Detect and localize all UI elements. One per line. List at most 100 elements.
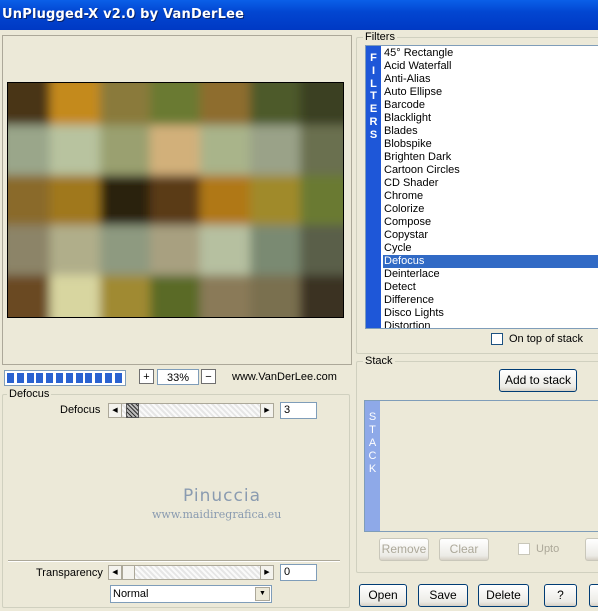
preview-tile — [100, 83, 152, 127]
stack-extra-button[interactable] — [585, 538, 598, 561]
vertical-letter: L — [370, 77, 377, 90]
save-label: Save — [429, 588, 457, 602]
save-button[interactable]: Save — [418, 584, 468, 607]
preview-tile — [200, 275, 252, 317]
preview-tile — [250, 275, 302, 317]
progress-segment — [7, 373, 14, 383]
vertical-letter: S — [369, 128, 378, 141]
preview-tile — [8, 83, 52, 127]
filter-list-item[interactable]: Compose — [383, 216, 598, 229]
slider-left-arrow-icon[interactable]: ◀ — [108, 403, 122, 418]
filter-list-item[interactable]: Detect — [383, 281, 598, 294]
transparency-slider-track[interactable] — [122, 565, 260, 580]
preview-tile — [150, 225, 202, 277]
zoom-in-button[interactable]: + — [139, 369, 154, 384]
vertical-letter: E — [369, 103, 378, 116]
preview-image-graphic — [8, 83, 343, 317]
filter-list-item[interactable]: Brighten Dark — [383, 151, 598, 164]
preview-image[interactable] — [7, 82, 344, 318]
open-button[interactable]: Open — [359, 584, 407, 607]
slider-right-arrow-icon[interactable]: ▶ — [260, 565, 274, 580]
progress-segment — [56, 373, 63, 383]
remove-label: Remove — [381, 542, 427, 556]
transparency-slider-thumb[interactable] — [122, 565, 135, 580]
preview-tile — [150, 125, 202, 177]
progress-segment — [95, 373, 103, 383]
stack-group-title: Stack — [363, 355, 395, 367]
defocus-slider-track[interactable] — [122, 403, 260, 418]
upto-checkbox[interactable] — [518, 543, 530, 555]
open-label: Open — [368, 588, 398, 602]
filter-list-item[interactable]: Cycle — [383, 242, 598, 255]
filter-list-item[interactable]: Disco Lights — [383, 307, 598, 320]
preview-tile — [50, 275, 102, 317]
filter-list-item[interactable]: Difference — [383, 294, 598, 307]
preview-tile — [8, 225, 52, 277]
extra-bottom-button[interactable] — [589, 584, 598, 607]
add-to-stack-label: Add to stack — [504, 373, 572, 387]
vertical-letter: T — [369, 424, 376, 436]
vertical-letter: C — [368, 450, 377, 462]
defocus-group-title: Defocus — [7, 388, 52, 400]
preview-tile — [150, 275, 202, 317]
zoom-field[interactable]: 33% — [157, 369, 199, 385]
vertical-letter: R — [369, 115, 378, 128]
preview-tile — [200, 225, 252, 277]
filter-list-item[interactable]: Distortion — [383, 320, 598, 328]
filter-list-item[interactable]: Barcode — [383, 99, 598, 112]
filter-list-item[interactable]: CD Shader — [383, 177, 598, 190]
preview-tile — [250, 125, 302, 177]
on-top-of-stack-checkbox[interactable] — [491, 333, 503, 345]
filter-list-item[interactable]: 45° Rectangle — [383, 47, 598, 60]
title-bar[interactable]: UnPlugged-X v2.0 by VanDerLee — [0, 0, 598, 30]
filter-list-item[interactable]: Auto Ellipse — [383, 86, 598, 99]
filter-list-item[interactable]: Colorize — [383, 203, 598, 216]
filter-list-item[interactable]: Anti-Alias — [383, 73, 598, 86]
preview-tile — [150, 175, 202, 227]
zoom-out-button[interactable]: − — [201, 369, 216, 384]
defocus-slider[interactable]: ◀ ▶ — [108, 403, 274, 419]
filter-list-item[interactable]: Blacklight — [383, 112, 598, 125]
vertical-letter: I — [371, 64, 376, 77]
filter-list-item[interactable]: Acid Waterfall — [383, 60, 598, 73]
clear-button[interactable]: Clear — [439, 538, 489, 561]
filter-list-item[interactable]: Blades — [383, 125, 598, 138]
delete-button[interactable]: Delete — [478, 584, 529, 607]
progress-segment — [26, 373, 34, 383]
filter-list-item[interactable]: Deinterlace — [383, 268, 598, 281]
chevron-down-icon[interactable]: ▼ — [255, 587, 270, 601]
filter-list-item[interactable]: Chrome — [383, 190, 598, 203]
preview-tile — [50, 83, 102, 127]
defocus-slider-thumb[interactable] — [126, 403, 139, 418]
help-label: ? — [557, 588, 564, 602]
preview-tile — [50, 125, 102, 177]
preview-tile — [300, 275, 343, 317]
slider-left-arrow-icon[interactable]: ◀ — [108, 565, 122, 580]
blend-mode-value: Normal — [113, 588, 149, 600]
preview-tile — [100, 225, 152, 277]
defocus-value-field[interactable]: 3 — [280, 402, 317, 419]
watermark-name: Pinuccia — [183, 486, 261, 506]
progress-segment — [65, 373, 73, 383]
help-button[interactable]: ? — [544, 584, 577, 607]
delete-label: Delete — [486, 588, 521, 602]
filter-list-item[interactable]: Copystar — [383, 229, 598, 242]
window-title: UnPlugged-X v2.0 by VanDerLee — [2, 7, 245, 22]
vertical-letter: K — [368, 463, 377, 475]
add-to-stack-button[interactable]: Add to stack — [499, 369, 577, 392]
website-link[interactable]: www.VanDerLee.com — [232, 371, 337, 383]
slider-right-arrow-icon[interactable]: ▶ — [260, 403, 274, 418]
transparency-slider[interactable]: ◀ ▶ — [108, 565, 274, 581]
preview-tile — [8, 125, 52, 177]
remove-button[interactable]: Remove — [379, 538, 429, 561]
filter-list-item[interactable]: Cartoon Circles — [383, 164, 598, 177]
filter-list-item[interactable]: Defocus — [383, 255, 598, 268]
filter-list-item[interactable]: Blobspike — [383, 138, 598, 151]
progress-segment — [36, 373, 44, 383]
progress-segment — [114, 373, 122, 383]
blend-mode-select[interactable]: Normal ▼ — [110, 585, 272, 603]
transparency-value-field[interactable]: 0 — [280, 564, 317, 581]
stack-list[interactable]: STACK — [364, 400, 598, 532]
filters-list[interactable]: FILTERS 45° Rectangle Acid Waterfall Anti-… — [365, 45, 598, 329]
preview-tile — [200, 125, 252, 177]
